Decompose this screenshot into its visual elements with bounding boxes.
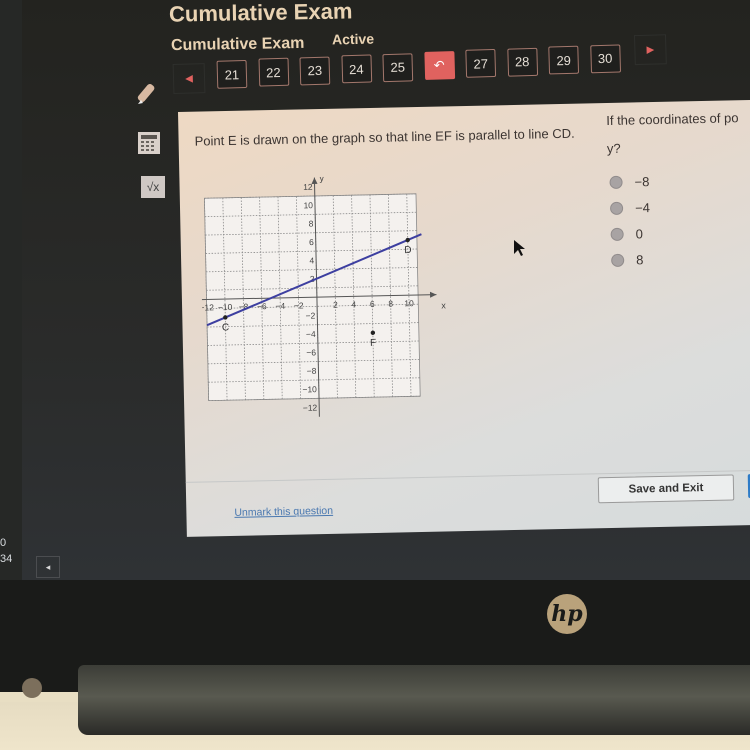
question-panel: Point E is drawn on the graph so that li… — [178, 99, 750, 537]
y-tick-label: −4 — [306, 329, 316, 339]
triangle-left-icon: ◀ — [185, 72, 194, 85]
return-arrow-icon: ↶ — [433, 57, 445, 73]
point-label-c: C — [222, 322, 229, 333]
radio-button[interactable] — [610, 227, 624, 241]
question-number-button[interactable]: 23 — [299, 56, 331, 86]
save-and-exit-button[interactable]: Save and Exit — [597, 474, 735, 504]
formula-icon[interactable]: √x — [141, 176, 165, 198]
question-number-button[interactable]: 25 — [382, 52, 414, 82]
answer-option[interactable]: 8 — [611, 252, 644, 268]
x-tick-label: 8 — [388, 299, 393, 309]
y-tick-label: −6 — [306, 347, 316, 357]
x-tick-label: 4 — [351, 299, 356, 309]
radio-button[interactable] — [609, 201, 624, 215]
answer-prompt: If the coordinates of po y? — [606, 103, 750, 163]
y-axis-label: y — [319, 174, 324, 183]
x-tick-label: −2 — [294, 300, 304, 310]
page-title: Cumulative Exam — [168, 0, 353, 27]
x-tick-label: −4 — [275, 301, 285, 311]
question-number-button[interactable]: 27 — [465, 49, 497, 79]
laptop-hinge — [78, 665, 750, 735]
y-tick-label: −10 — [302, 384, 317, 394]
y-tick-label: 10 — [303, 200, 313, 210]
mouse-cursor-icon — [513, 239, 527, 262]
x-tick-label: 2 — [333, 300, 338, 310]
y-tick-label: 12 — [303, 182, 313, 192]
y-tick-label: −8 — [307, 366, 317, 376]
taskbar-scroll-left-button[interactable]: ◂ — [36, 556, 60, 578]
y-tick-label: −2 — [305, 311, 315, 321]
x-tick-label: −12 — [199, 302, 214, 312]
laptop-sticker — [22, 678, 42, 698]
question-text: Point E is drawn on the graph so that li… — [194, 125, 575, 149]
answer-option[interactable]: 0 — [610, 226, 643, 242]
answer-option[interactable]: −4 — [609, 200, 650, 216]
radio-button[interactable] — [609, 175, 623, 189]
question-number-button[interactable]: 28 — [506, 47, 538, 77]
x-tick-label: −10 — [218, 302, 233, 312]
calculator-icon[interactable] — [137, 131, 161, 160]
question-number-button[interactable]: 22 — [258, 58, 289, 87]
x-axis-arrow — [429, 291, 437, 298]
hp-logo: hp — [547, 594, 587, 634]
radio-button[interactable] — [611, 253, 625, 267]
question-number-button[interactable]: 30 — [589, 44, 621, 73]
previous-question-button[interactable]: ◀ — [172, 63, 206, 94]
triangle-right-icon: ▶ — [646, 44, 655, 56]
point-label-f: F — [370, 338, 376, 349]
answer-prompt-line2: y? — [606, 140, 621, 157]
question-number-button[interactable]: 24 — [340, 54, 372, 84]
current-question-button[interactable]: ↶ — [423, 51, 455, 80]
x-tick-label: 10 — [404, 298, 414, 308]
unmark-question-link[interactable]: Unmark this question — [234, 505, 333, 519]
coordinate-graph: xy−12 −10 −8 −6 −4 −2 2 4 6 8 1012108642−2−4−6−8−1… — [199, 174, 446, 417]
left-edge-number: 34 — [0, 553, 13, 565]
y-tick-label: −12 — [303, 403, 318, 413]
x-axis-label: x — [441, 300, 446, 310]
next-question-button[interactable]: ▶ — [633, 34, 667, 66]
pencil-icon[interactable] — [134, 82, 160, 113]
answer-option[interactable]: −8 — [609, 174, 650, 190]
question-number-button[interactable]: 29 — [548, 45, 580, 75]
left-window-edge: 0 34 — [0, 0, 22, 580]
y-tick-label: 6 — [309, 237, 314, 247]
point-label-d: D — [404, 245, 411, 256]
question-number-button[interactable]: 21 — [216, 59, 248, 89]
y-tick-label: 4 — [309, 255, 314, 265]
left-edge-number: 0 — [0, 537, 7, 549]
y-tick-label: 8 — [309, 219, 314, 229]
screen: 0 34 Cumulative Exam Cumulative Exam Act… — [0, 0, 750, 580]
answer-prompt-line1: If the coordinates of po — [606, 110, 739, 129]
x-tick-label: 6 — [370, 299, 375, 309]
